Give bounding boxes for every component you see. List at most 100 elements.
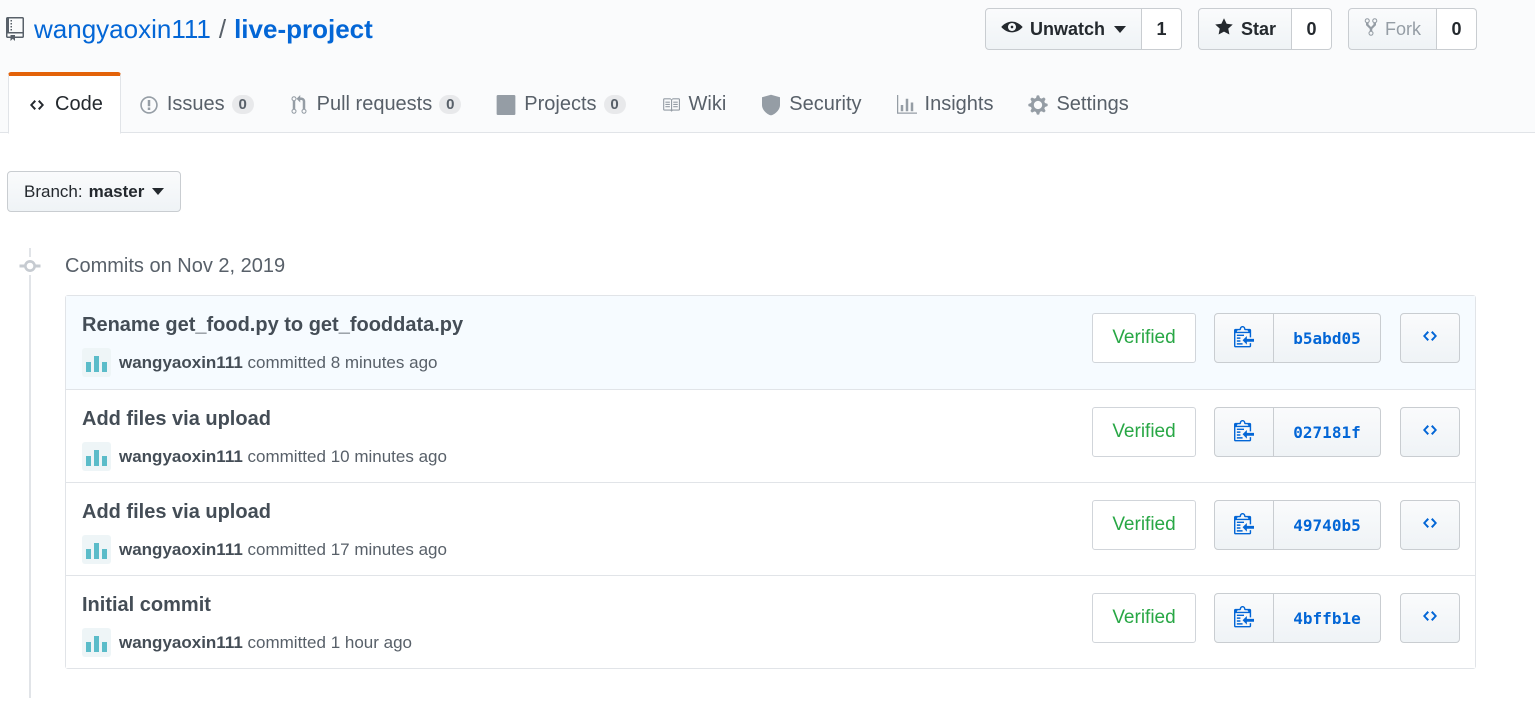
sha-group: 027181f <box>1214 407 1381 457</box>
avatar[interactable] <box>82 535 111 564</box>
commit-action: committed <box>247 446 326 466</box>
fork-label: Fork <box>1385 18 1421 39</box>
commit-action: committed <box>247 539 326 559</box>
project-icon <box>495 94 517 116</box>
star-group: Star 0 <box>1197 8 1332 50</box>
commit-author-link[interactable]: wangyaoxin111 <box>119 540 243 559</box>
code-icon <box>26 94 48 116</box>
tab-issues-label: Issues <box>166 93 225 115</box>
copy-sha-button[interactable] <box>1214 500 1274 550</box>
code-icon <box>1420 515 1440 536</box>
commit-row: Add files via upload wangyaoxin111 commi… <box>66 389 1475 482</box>
repo-title: wangyaoxin111 / live-project <box>6 12 373 46</box>
tab-insights[interactable]: Insights <box>879 72 1011 134</box>
tab-settings[interactable]: Settings <box>1010 72 1145 134</box>
verified-badge[interactable]: Verified <box>1092 593 1196 643</box>
watch-group: Unwatch 1 <box>984 8 1182 50</box>
sha-group: 49740b5 <box>1214 500 1381 550</box>
commit-action: committed <box>247 352 326 372</box>
clippy-icon <box>1234 604 1254 633</box>
commit-title-link[interactable]: Rename get_food.py to get_fooddata.py <box>82 314 463 337</box>
verified-badge[interactable]: Verified <box>1092 407 1196 457</box>
commit-meta: wangyaoxin111 committed 10 minutes ago <box>82 442 447 471</box>
repo-separator: / <box>218 13 227 44</box>
commit-meta: wangyaoxin111 committed 8 minutes ago <box>82 348 437 377</box>
commit-author-link[interactable]: wangyaoxin111 <box>119 353 243 372</box>
commit-title-link[interactable]: Add files via upload <box>82 408 271 431</box>
git-commit-icon <box>19 257 41 275</box>
forks-count[interactable]: 0 <box>1437 8 1477 50</box>
commit-time: 8 minutes ago <box>330 352 438 372</box>
avatar[interactable] <box>82 442 111 471</box>
commit-row: Rename get_food.py to get_fooddata.py wa… <box>66 296 1475 389</box>
verified-badge[interactable]: Verified <box>1092 313 1196 363</box>
eye-icon <box>1001 19 1023 40</box>
sha-group: b5abd05 <box>1214 313 1381 363</box>
projects-count: 0 <box>603 95 626 114</box>
star-button[interactable]: Star <box>1197 8 1292 50</box>
repo-icon <box>6 16 26 42</box>
code-icon <box>1420 608 1440 629</box>
branch-prefix: Branch: <box>24 181 83 201</box>
commit-sha-link[interactable]: 4bffb1e <box>1274 593 1381 643</box>
branch-select-button[interactable]: Branch: master <box>7 171 182 212</box>
commit-meta: wangyaoxin111 committed 17 minutes ago <box>82 535 447 564</box>
tab-code-label: Code <box>55 93 103 115</box>
pull-requests-count: 0 <box>439 95 462 114</box>
caret-down-icon <box>152 188 165 195</box>
verified-badge[interactable]: Verified <box>1092 500 1196 550</box>
commit-time: 1 hour ago <box>330 632 412 652</box>
fork-button[interactable]: Fork <box>1348 8 1437 50</box>
code-icon <box>1420 422 1440 443</box>
tab-security[interactable]: Security <box>743 72 878 134</box>
repo-name-link[interactable]: live-project <box>234 14 373 45</box>
repo-owner-link[interactable]: wangyaoxin111 <box>34 14 211 45</box>
commit-list: Rename get_food.py to get_fooddata.py wa… <box>65 295 1476 669</box>
tab-settings-label: Settings <box>1056 93 1129 115</box>
tab-pull-requests-label: Pull requests <box>316 93 433 115</box>
tab-pull-requests[interactable]: Pull requests 0 <box>271 72 479 134</box>
unwatch-button[interactable]: Unwatch <box>984 8 1142 50</box>
branch-name: master <box>88 181 145 201</box>
avatar[interactable] <box>82 348 111 377</box>
shield-icon <box>760 94 782 116</box>
issues-count: 0 <box>231 95 254 114</box>
browse-repo-button[interactable] <box>1400 593 1460 643</box>
unwatch-label: Unwatch <box>1029 18 1105 39</box>
stargazers-count[interactable]: 0 <box>1292 8 1332 50</box>
browse-repo-button[interactable] <box>1400 407 1460 457</box>
repo-forked-icon <box>1364 17 1378 42</box>
tab-wiki-label: Wiki <box>688 93 727 115</box>
commit-title-link[interactable]: Initial commit <box>82 594 211 617</box>
browse-repo-button[interactable] <box>1400 313 1460 363</box>
watchers-count[interactable]: 1 <box>1141 8 1182 50</box>
avatar[interactable] <box>82 628 111 657</box>
commit-meta: wangyaoxin111 committed 1 hour ago <box>82 628 412 657</box>
commit-action: committed <box>247 632 326 652</box>
commit-time: 17 minutes ago <box>330 539 447 559</box>
commit-group-title: Commits on Nov 2, 2019 <box>65 255 286 277</box>
clippy-icon <box>1234 324 1254 353</box>
sha-group: 4bffb1e <box>1214 593 1381 643</box>
commit-author-link[interactable]: wangyaoxin111 <box>119 447 243 466</box>
tab-security-label: Security <box>789 93 862 115</box>
commit-sha-link[interactable]: b5abd05 <box>1274 313 1381 363</box>
commit-sha-link[interactable]: 027181f <box>1274 407 1381 457</box>
book-icon <box>660 94 682 116</box>
repo-nav: Code Issues 0 Pull requests 0 Projects 0… <box>8 72 1146 134</box>
copy-sha-button[interactable] <box>1214 407 1274 457</box>
commit-row: Add files via upload wangyaoxin111 commi… <box>66 482 1475 575</box>
tab-projects[interactable]: Projects 0 <box>478 72 642 134</box>
tab-wiki[interactable]: Wiki <box>643 72 744 134</box>
commit-author-link[interactable]: wangyaoxin111 <box>119 633 243 652</box>
browse-repo-button[interactable] <box>1400 500 1460 550</box>
tab-code[interactable]: Code <box>8 72 121 134</box>
fork-group: Fork 0 <box>1348 8 1477 50</box>
copy-sha-button[interactable] <box>1214 313 1274 363</box>
commit-sha-link[interactable]: 49740b5 <box>1274 500 1381 550</box>
copy-sha-button[interactable] <box>1214 593 1274 643</box>
commit-title-link[interactable]: Add files via upload <box>82 501 271 524</box>
tab-insights-label: Insights <box>924 93 994 115</box>
clippy-icon <box>1234 511 1254 540</box>
tab-issues[interactable]: Issues 0 <box>121 72 271 134</box>
